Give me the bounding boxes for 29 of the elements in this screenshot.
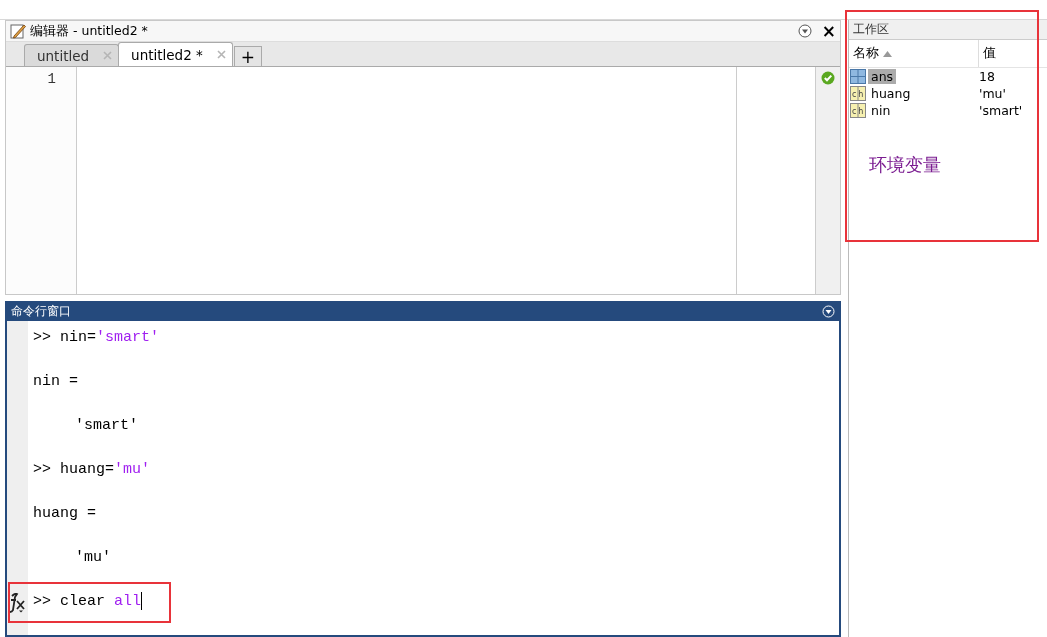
column-header[interactable]: 值	[979, 40, 1047, 67]
panel-title: 工作区	[849, 20, 1047, 40]
command-line: 'smart'	[74, 416, 139, 436]
editor-tab[interactable]: untitled	[24, 44, 120, 66]
editor-title: 编辑器 - untitled2 *	[30, 22, 149, 40]
command-line: >> huang='mu'	[33, 460, 152, 480]
variable-name[interactable]: huang	[868, 86, 914, 101]
variable-value: 'mu'	[979, 86, 1006, 101]
variable-value: 18	[979, 69, 995, 84]
command-input[interactable]: >> clear all	[33, 591, 839, 613]
editor-tab[interactable]: untitled2 *	[118, 42, 233, 66]
annotation-text: 环境变量	[869, 153, 941, 177]
panel-title: 命令行窗口	[11, 302, 71, 320]
command-line: >> nin='smart'	[33, 328, 161, 348]
variable-value: 'smart'	[979, 103, 1023, 118]
add-tab-button[interactable]: +	[233, 46, 262, 66]
variable-name[interactable]: nin	[868, 103, 894, 118]
command-line: nin =	[33, 372, 79, 392]
command-line: huang =	[33, 504, 97, 524]
dropdown-icon[interactable]	[797, 24, 812, 38]
variable-name[interactable]: ans	[868, 69, 897, 84]
matrix-icon	[850, 69, 866, 84]
text-variable-icon: ch	[850, 86, 866, 101]
text-variable-icon: ch	[850, 103, 866, 118]
function-icon[interactable]	[9, 593, 27, 613]
line-number: 1	[46, 71, 56, 87]
close-button[interactable]: ×	[821, 21, 836, 41]
command-line: 'mu'	[74, 548, 112, 568]
column-header[interactable]: 名称	[849, 40, 979, 67]
